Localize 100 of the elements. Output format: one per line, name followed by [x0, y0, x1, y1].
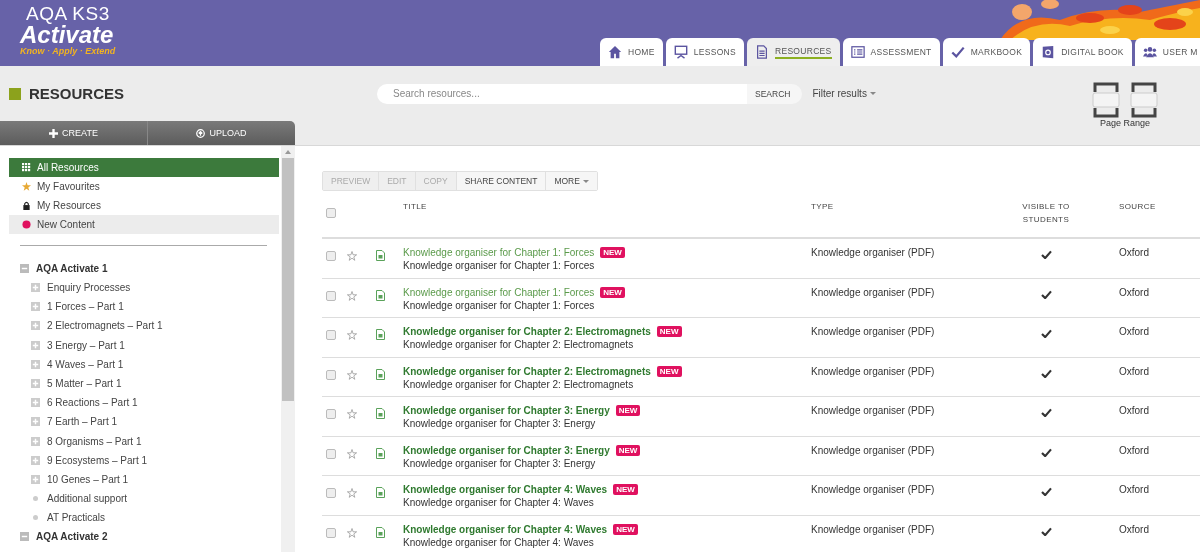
logo-wordmark: Activate — [20, 23, 114, 47]
tree-item[interactable]: Enquiry Processes — [9, 278, 281, 298]
resource-description: Knowledge organiser for Chapter 4: Waves — [403, 497, 595, 508]
table-cell-text: Oxford — [1118, 246, 1150, 260]
star-icon[interactable] — [347, 448, 357, 459]
nav-tab[interactable]: USER M — [1134, 38, 1200, 66]
table-cell-text: Oxford — [1118, 404, 1150, 418]
presentation-board-icon — [673, 45, 688, 59]
expand-icon — [31, 302, 40, 312]
sidebar-item[interactable]: My Favourites — [9, 177, 279, 196]
bullet-icon — [33, 515, 38, 521]
column-header[interactable]: SOURCE — [1101, 197, 1199, 213]
tree-item[interactable]: 7 Earth – Part 1 — [9, 412, 281, 432]
search-button[interactable]: SEARCH — [747, 83, 803, 104]
tree-item[interactable]: Additional support — [9, 489, 281, 509]
row-checkbox[interactable] — [326, 488, 336, 498]
row-checkbox[interactable] — [326, 290, 336, 301]
lock-icon — [22, 201, 31, 210]
tree-item[interactable]: 8 Organisms – Part 1 — [9, 431, 281, 451]
tree-item[interactable]: 6 Reactions – Part 1 — [9, 393, 281, 413]
plus-icon — [49, 128, 59, 138]
ebook-icon — [1041, 45, 1056, 59]
table-cell-text: Oxford — [1118, 364, 1150, 379]
resource-description: Knowledge organiser for Chapter 1: Forces — [403, 299, 596, 311]
logo[interactable]: AQA KS3 Activate Know · Apply · Extend — [0, 0, 116, 66]
tree-item[interactable]: 9 Ecosystems – Part 1 — [9, 450, 281, 470]
sidebar-item[interactable]: My Resources — [9, 196, 279, 215]
column-header[interactable]: TITLE — [403, 197, 811, 213]
table-cell-text: Knowledge organiser (PDF) — [811, 325, 936, 339]
sidebar-action-button[interactable]: UPLOAD — [148, 121, 295, 145]
star-icon[interactable] — [347, 409, 357, 419]
expand-icon — [31, 379, 40, 389]
nav-tab[interactable]: HOME — [600, 38, 663, 66]
nav-tab[interactable]: DIGITAL BOOK — [1033, 38, 1132, 66]
new-badge: NEW — [600, 247, 625, 258]
row-checkbox[interactable] — [326, 448, 336, 459]
table-cell-text: Knowledge organiser (PDF) — [811, 246, 936, 260]
star-icon[interactable] — [347, 369, 357, 380]
row-checkbox[interactable] — [326, 251, 336, 261]
expand-icon — [31, 321, 40, 331]
new-badge: NEW — [613, 484, 638, 495]
resource-link[interactable]: Knowledge organiser for Chapter 2: Electromagnets — [403, 326, 651, 337]
resource-link[interactable]: Knowledge organiser for Chapter 4: Waves — [403, 523, 608, 535]
resource-link[interactable]: Knowledge organiser for Chapter 4: Waves — [403, 484, 608, 495]
tree-item[interactable]: 2 Electromagnets – Part 1 — [9, 316, 281, 336]
star-icon[interactable] — [347, 251, 357, 261]
column-header[interactable]: TYPE — [811, 197, 991, 213]
caret-icon — [582, 179, 589, 183]
row-checkbox[interactable] — [326, 527, 336, 538]
select-all-checkbox[interactable] — [326, 208, 336, 218]
expand-icon — [31, 455, 40, 465]
nav-tab[interactable]: ASSESSMENT — [842, 38, 940, 66]
row-checkbox[interactable] — [326, 330, 336, 340]
sidebar-item[interactable]: All Resources — [9, 158, 279, 177]
list-icon — [850, 45, 865, 59]
document-icon — [376, 250, 385, 261]
sidebar-action-button[interactable]: CREATE — [0, 121, 148, 145]
scroll-up-icon[interactable] — [285, 150, 291, 154]
toolbar-button[interactable]: MORE — [546, 172, 597, 190]
nav-tab[interactable]: MARKBOOK — [942, 38, 1031, 66]
resource-link[interactable]: Knowledge organiser for Chapter 1: Forces — [403, 247, 595, 258]
row-checkbox[interactable] — [326, 369, 336, 380]
star-icon[interactable] — [347, 488, 357, 498]
scrollbar[interactable] — [281, 146, 295, 552]
scrollbar-thumb[interactable] — [282, 158, 294, 401]
page-range-icon[interactable] — [1130, 82, 1158, 118]
expand-icon — [31, 340, 40, 350]
column-header[interactable]: VISIBLE TO STUDENTS — [1001, 197, 1091, 226]
star-icon[interactable] — [347, 527, 357, 538]
filter-dropdown[interactable]: Filter results — [806, 87, 882, 100]
new-badge: NEW — [613, 523, 638, 535]
tree-item[interactable]: 4 Waves – Part 1 — [9, 354, 281, 374]
resource-link[interactable]: Knowledge organiser for Chapter 3: Energy — [403, 444, 610, 456]
tree-item[interactable]: AQA Activate 2 — [9, 527, 281, 547]
nav-tab[interactable]: LESSONS — [665, 38, 744, 66]
tree-item[interactable]: 3 Energy – Part 1 — [9, 335, 281, 355]
search-field[interactable]: Search resources... — [377, 83, 747, 104]
resource-link[interactable]: Knowledge organiser for Chapter 1: Forces — [403, 286, 595, 298]
document-icon — [754, 45, 769, 59]
resource-link[interactable]: Knowledge organiser for Chapter 3: Energy — [403, 405, 610, 416]
table-cell-text: Oxford — [1118, 285, 1150, 300]
resource-link[interactable]: Knowledge organiser for Chapter 2: Electromagnets — [403, 365, 651, 377]
tree-item[interactable]: AT Practicals — [9, 508, 281, 528]
nav-tab[interactable]: RESOURCES — [746, 38, 840, 66]
home-icon — [608, 45, 622, 59]
document-icon — [376, 329, 385, 340]
resource-description: Knowledge organiser for Chapter 2: Electromagnets — [403, 378, 635, 390]
sidebar-item[interactable]: New Content — [9, 215, 279, 234]
table-cell-text: Knowledge organiser (PDF) — [811, 443, 936, 458]
toolbar-button[interactable]: SHARE CONTENT — [456, 172, 547, 190]
new-badge: NEW — [600, 286, 625, 298]
page-range-icon[interactable] — [1092, 82, 1120, 118]
document-icon — [376, 408, 385, 419]
row-checkbox[interactable] — [326, 409, 336, 419]
star-icon[interactable] — [347, 330, 357, 340]
tree-item[interactable]: AQA Activate 1 — [9, 259, 281, 278]
tree-item[interactable]: 10 Genes – Part 1 — [9, 469, 281, 490]
tree-item[interactable]: 1 Forces – Part 1 — [9, 297, 281, 317]
tree-item[interactable]: 5 Matter – Part 1 — [9, 373, 281, 394]
star-icon[interactable] — [347, 290, 357, 301]
